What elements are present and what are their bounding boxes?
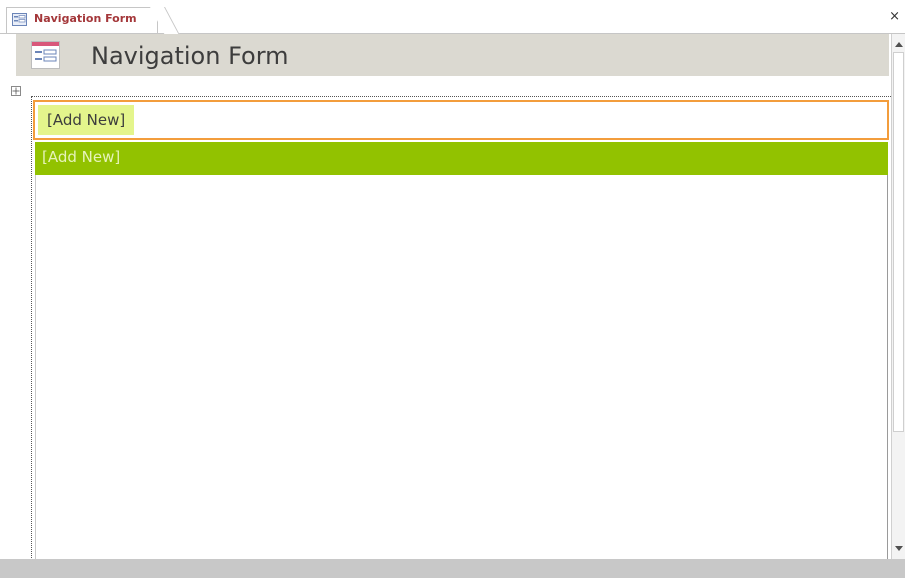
layout-move-handle[interactable]	[11, 86, 21, 96]
page-title: Navigation Form	[91, 42, 289, 70]
document-tab[interactable]: Navigation Form	[6, 7, 158, 33]
scroll-thumb[interactable]	[893, 52, 904, 432]
close-icon[interactable]: ×	[889, 10, 900, 24]
status-bar	[0, 559, 905, 578]
document-tab-label: Navigation Form	[34, 12, 137, 25]
navigation-subform	[35, 175, 888, 560]
form-icon	[31, 41, 60, 69]
document-tab-strip: Navigation Form ×	[0, 0, 905, 34]
navigation-tab-row: [Add New]	[33, 100, 889, 140]
scroll-up-icon[interactable]	[892, 37, 905, 51]
layout-guide-vertical	[31, 96, 32, 562]
form-header: Navigation Form	[16, 34, 889, 76]
add-new-subtab[interactable]: [Add New]	[42, 148, 120, 166]
scroll-down-icon[interactable]	[892, 542, 905, 556]
layout-guide-horizontal	[31, 96, 891, 97]
vertical-scrollbar[interactable]	[891, 34, 905, 559]
navigation-subtab-bar: [Add New]	[35, 142, 888, 175]
add-new-tab[interactable]: [Add New]	[38, 105, 135, 135]
form-icon	[12, 13, 27, 26]
